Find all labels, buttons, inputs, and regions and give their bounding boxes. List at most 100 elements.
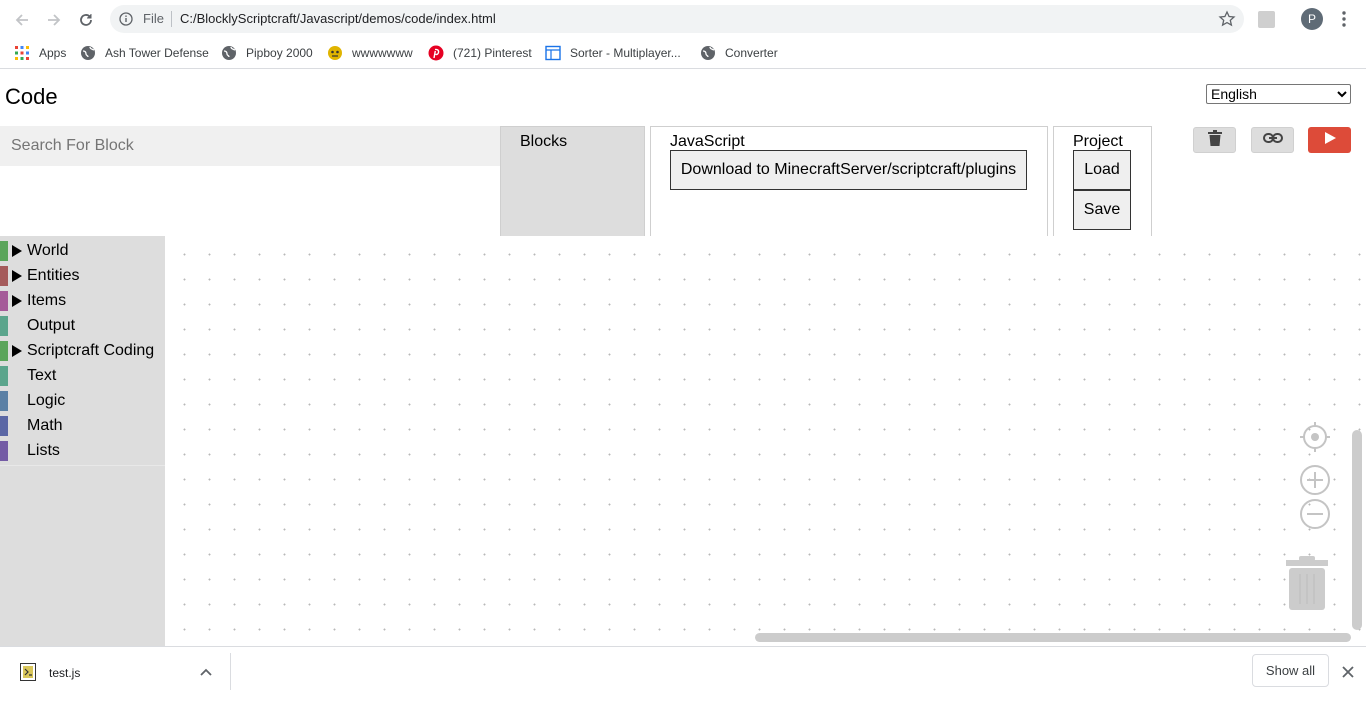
category-label: Logic [27, 392, 66, 409]
bookmark-label: (721) Pinterest [453, 46, 532, 60]
expand-triangle-icon[interactable] [12, 245, 22, 257]
category-color-stripe [0, 291, 8, 311]
category-label: Text [27, 367, 57, 384]
workspace-canvas[interactable] [165, 236, 1366, 646]
category-color-stripe [0, 391, 8, 411]
bookmark-label: Sorter - Multiplayer... [570, 46, 681, 60]
save-button[interactable]: Save [1073, 190, 1131, 230]
category-color-stripe [0, 341, 8, 361]
toolbox-category-math[interactable]: Math [0, 413, 165, 438]
vertical-scrollbar[interactable] [1352, 430, 1362, 630]
expand-triangle-icon[interactable] [12, 345, 22, 357]
category-color-stripe [0, 366, 8, 386]
category-label: Output [27, 317, 76, 334]
category-label: Lists [27, 442, 60, 459]
tab-javascript-label: JavaScript [670, 133, 745, 150]
workspace-trash-icon[interactable] [1285, 554, 1329, 617]
bookmark-pinterest[interactable]: (721) Pinterest [428, 43, 532, 63]
bookmark-ash-tower-defense[interactable]: Ash Tower Defense [80, 43, 209, 63]
toolbox-category-world[interactable]: World [0, 238, 165, 263]
expand-triangle-icon[interactable] [12, 295, 22, 307]
bookmark-label: Pipboy 2000 [246, 46, 313, 60]
browser-toolbar: File C:/BlocklyScriptcraft/Javascript/de… [0, 0, 1366, 38]
bookmarks-bar: Apps Ash Tower Defense Pipboy 2000 wwwww… [0, 38, 1366, 69]
category-label: Math [27, 417, 63, 434]
recenter-icon[interactable] [1299, 421, 1331, 458]
globe-icon [221, 45, 237, 61]
bookmark-label: wwwwwww [352, 46, 413, 60]
expand-triangle-icon[interactable] [12, 270, 22, 282]
toolbox-category-scriptcraft-coding[interactable]: Scriptcraft Coding [0, 338, 165, 363]
apps-grid-icon [14, 45, 30, 61]
bookmark-label: Ash Tower Defense [105, 46, 209, 60]
link-button[interactable] [1251, 127, 1294, 153]
category-color-stripe [0, 241, 8, 261]
bookmark-star-icon[interactable] [1218, 10, 1236, 28]
divider [230, 653, 231, 690]
toolbox-category-text[interactable]: Text [0, 363, 165, 388]
toolbox-category-entities[interactable]: Entities [0, 263, 165, 288]
toolbox-category-output[interactable]: Output [0, 313, 165, 338]
bookmark-wwwwwww[interactable]: wwwwwww [327, 43, 413, 63]
url-text[interactable]: C:/BlocklyScriptcraft/Javascript/demos/c… [180, 11, 496, 26]
divider [171, 11, 172, 27]
forward-arrow-icon[interactable] [41, 7, 67, 33]
zoom-out-icon[interactable] [1299, 498, 1331, 535]
page-title: Code [5, 84, 58, 109]
close-icon[interactable] [1339, 663, 1357, 681]
zoom-in-icon[interactable] [1299, 464, 1331, 501]
toolbox-divider [0, 465, 165, 466]
bookmark-sorter[interactable]: Sorter - Multiplayer... [545, 43, 681, 63]
reload-icon[interactable] [73, 7, 99, 33]
category-label: Entities [27, 267, 80, 284]
download-plugin-button[interactable]: Download to MinecraftServer/scriptcraft/… [670, 150, 1027, 190]
block-search-input[interactable] [0, 126, 500, 166]
category-color-stripe [0, 441, 8, 461]
globe-icon [80, 45, 96, 61]
js-file-icon [20, 663, 36, 681]
play-icon [1323, 131, 1337, 150]
download-file-name[interactable]: test.js [49, 666, 80, 680]
tab-blocks[interactable]: Blocks [500, 126, 645, 236]
pinterest-icon [428, 45, 444, 61]
bookmark-label: Apps [39, 46, 67, 60]
toolbox: World Entities Items Output Scriptcraft Codi… [0, 236, 165, 646]
category-label: World [27, 242, 69, 259]
category-color-stripe [0, 416, 8, 436]
tab-project-label: Project [1073, 133, 1123, 150]
load-button[interactable]: Load [1073, 150, 1131, 190]
toolbox-category-items[interactable]: Items [0, 288, 165, 313]
category-color-stripe [0, 316, 8, 336]
address-bar[interactable]: File C:/BlocklyScriptcraft/Javascript/de… [110, 5, 1244, 33]
tab-project[interactable]: Project Load Save [1053, 126, 1152, 236]
toolbox-category-lists[interactable]: Lists [0, 438, 165, 463]
emoji-icon [327, 45, 343, 61]
toolbox-category-logic[interactable]: Logic [0, 388, 165, 413]
more-menu-icon[interactable] [1338, 8, 1350, 30]
bookmark-apps[interactable]: Apps [14, 43, 66, 63]
chevron-up-icon[interactable] [199, 665, 213, 679]
run-button[interactable] [1308, 127, 1351, 153]
category-label: Items [27, 292, 67, 309]
scheme-label: File [143, 11, 164, 26]
bookmark-pipboy-2000[interactable]: Pipboy 2000 [221, 43, 313, 63]
trash-icon [1207, 129, 1222, 151]
info-icon[interactable] [119, 12, 133, 26]
category-label: Scriptcraft Coding [27, 342, 155, 359]
bookmark-label: Converter [725, 46, 778, 60]
globe-icon [700, 45, 716, 61]
download-bar: test.js Show all [0, 646, 1366, 728]
link-icon [1262, 131, 1283, 149]
pdf-extension-icon[interactable] [1258, 11, 1275, 28]
tab-javascript[interactable]: JavaScript Download to MinecraftServer/s… [650, 126, 1048, 236]
back-arrow-icon[interactable] [9, 7, 35, 33]
category-color-stripe [0, 266, 8, 286]
language-select[interactable]: English [1206, 84, 1351, 104]
bookmark-converter[interactable]: Converter [700, 43, 778, 63]
window-icon [545, 45, 561, 61]
trash-button[interactable] [1193, 127, 1236, 153]
horizontal-scrollbar[interactable] [755, 633, 1351, 642]
profile-avatar[interactable]: P [1301, 8, 1323, 30]
show-all-button[interactable]: Show all [1252, 654, 1329, 687]
tab-blocks-label: Blocks [520, 133, 568, 150]
